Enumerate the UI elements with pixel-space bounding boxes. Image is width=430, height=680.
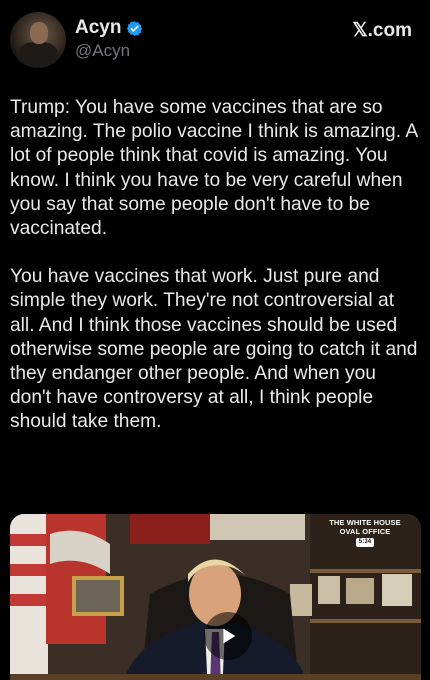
author-handle[interactable]: @Acyn (75, 41, 143, 61)
tweet-paragraph-1: Trump: You have some vaccines that are s… (10, 97, 418, 240)
video-thumbnail[interactable]: THE WHITE HOUSE OVAL OFFICE 5:34 (10, 514, 421, 680)
verified-badge-icon (127, 20, 143, 36)
broadcast-badge: THE WHITE HOUSE OVAL OFFICE 5:34 (326, 518, 404, 547)
tweet-text: Trump: You have some vaccines that are s… (10, 96, 422, 435)
play-button[interactable] (204, 612, 252, 660)
author-display-name[interactable]: Acyn (75, 17, 121, 39)
name-row: Acyn (75, 17, 143, 39)
tweet-paragraph-2: You have vaccines that work. Just pure a… (10, 266, 418, 433)
author-avatar[interactable] (10, 12, 66, 68)
badge-line-2: OVAL OFFICE (339, 527, 391, 536)
tweet-header: Acyn @Acyn 𝕏.com (10, 12, 412, 70)
badge-time: 5:34 (355, 538, 375, 547)
author-names: Acyn @Acyn (75, 17, 143, 61)
play-icon (223, 628, 236, 644)
badge-line-1: THE WHITE HOUSE (329, 518, 401, 527)
x-logo-brand: 𝕏.com (352, 20, 412, 41)
